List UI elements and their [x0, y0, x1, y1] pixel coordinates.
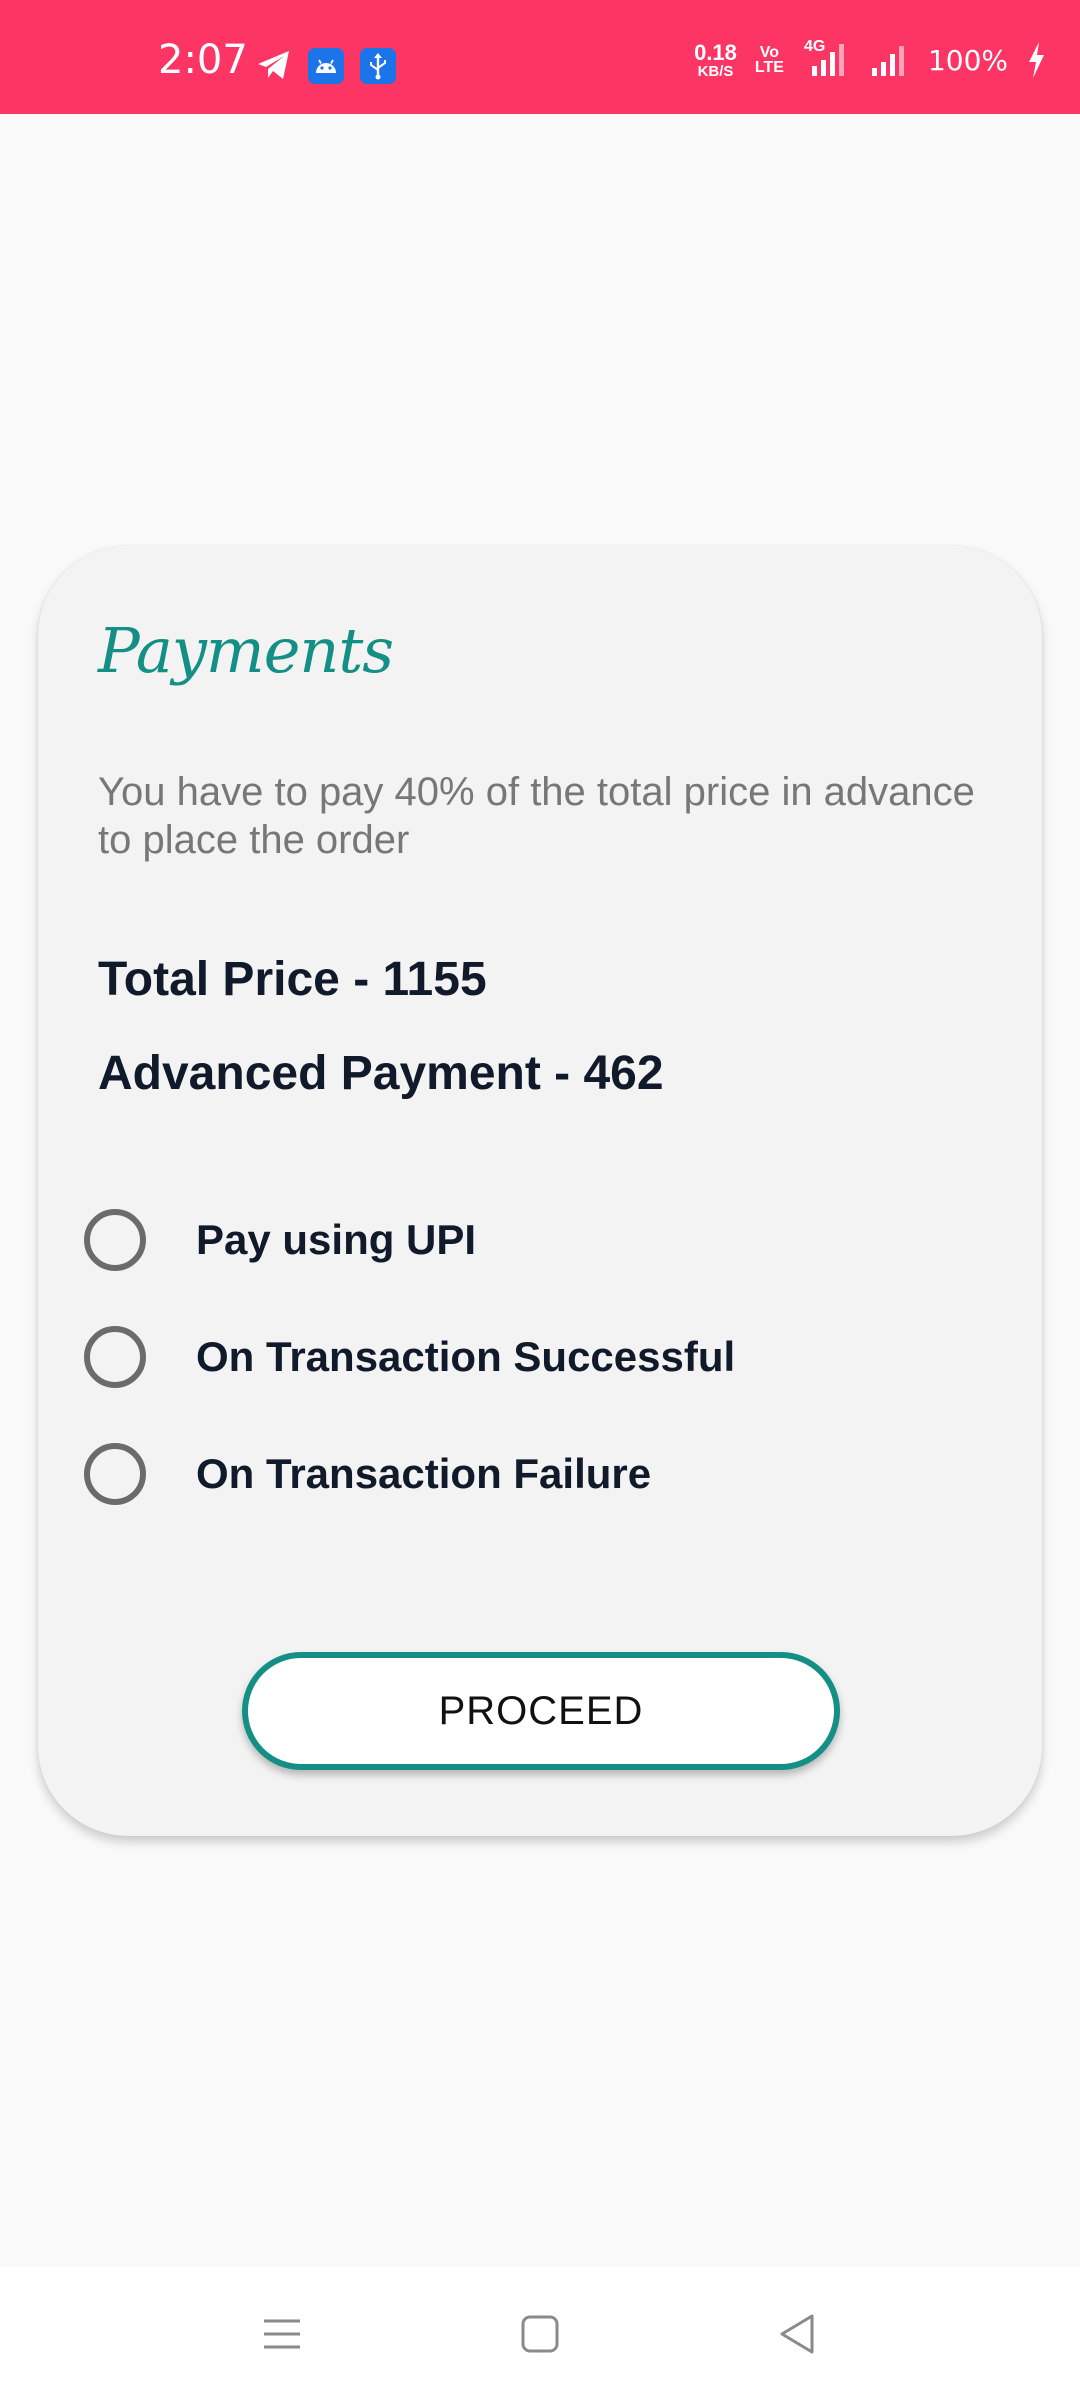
status-right-group: 0.18 KB/S Vo LTE 4G 100%	[694, 38, 1046, 80]
battery-percent: 100%	[927, 43, 1008, 77]
net-speed-unit: KB/S	[697, 62, 734, 80]
status-time: 2:07	[158, 37, 248, 83]
android-icon	[308, 48, 344, 84]
radio-label: Pay using UPI	[196, 1216, 477, 1263]
volte-top: Vo	[759, 43, 780, 61]
radio-option-transaction-successful[interactable]: On Transaction Successful	[84, 1317, 984, 1397]
proceed-button[interactable]: PROCEED	[242, 1652, 840, 1770]
signal-4g-icon: 4G	[802, 38, 852, 80]
radio-button[interactable]	[84, 1209, 146, 1271]
radio-label: On Transaction Failure	[196, 1450, 652, 1497]
status-bar: 2:07 0.18 KB/S Vo LTE 4G 100%	[0, 0, 1080, 114]
payment-card: Payments You have to pay 40% of the tota…	[38, 546, 1042, 1836]
net-speed: 0.18 KB/S	[694, 39, 737, 80]
battery-charging-icon	[1026, 40, 1046, 80]
advanced-payment: Advanced Payment - 462	[98, 1047, 664, 1100]
home-icon[interactable]	[510, 2304, 570, 2364]
volte-bottom: LTE	[754, 59, 784, 76]
net-speed-value: 0.18	[694, 39, 737, 65]
radio-button[interactable]	[84, 1326, 146, 1388]
volte-indicator: Vo LTE	[754, 43, 784, 76]
signal-icon	[870, 40, 910, 80]
radio-button[interactable]	[84, 1443, 146, 1505]
radio-label: On Transaction Successful	[196, 1333, 736, 1380]
total-price: Total Price - 1155	[98, 953, 487, 1006]
menu-icon[interactable]	[252, 2304, 312, 2364]
radio-option-upi[interactable]: Pay using UPI	[84, 1200, 984, 1280]
navigation-bar	[0, 2266, 1080, 2400]
radio-option-transaction-failure[interactable]: On Transaction Failure	[84, 1434, 984, 1514]
back-icon[interactable]	[766, 2304, 826, 2364]
usb-icon	[360, 48, 396, 84]
telegram-icon	[256, 48, 292, 82]
card-title: Payments	[98, 614, 394, 687]
card-description: You have to pay 40% of the total price i…	[98, 770, 975, 862]
